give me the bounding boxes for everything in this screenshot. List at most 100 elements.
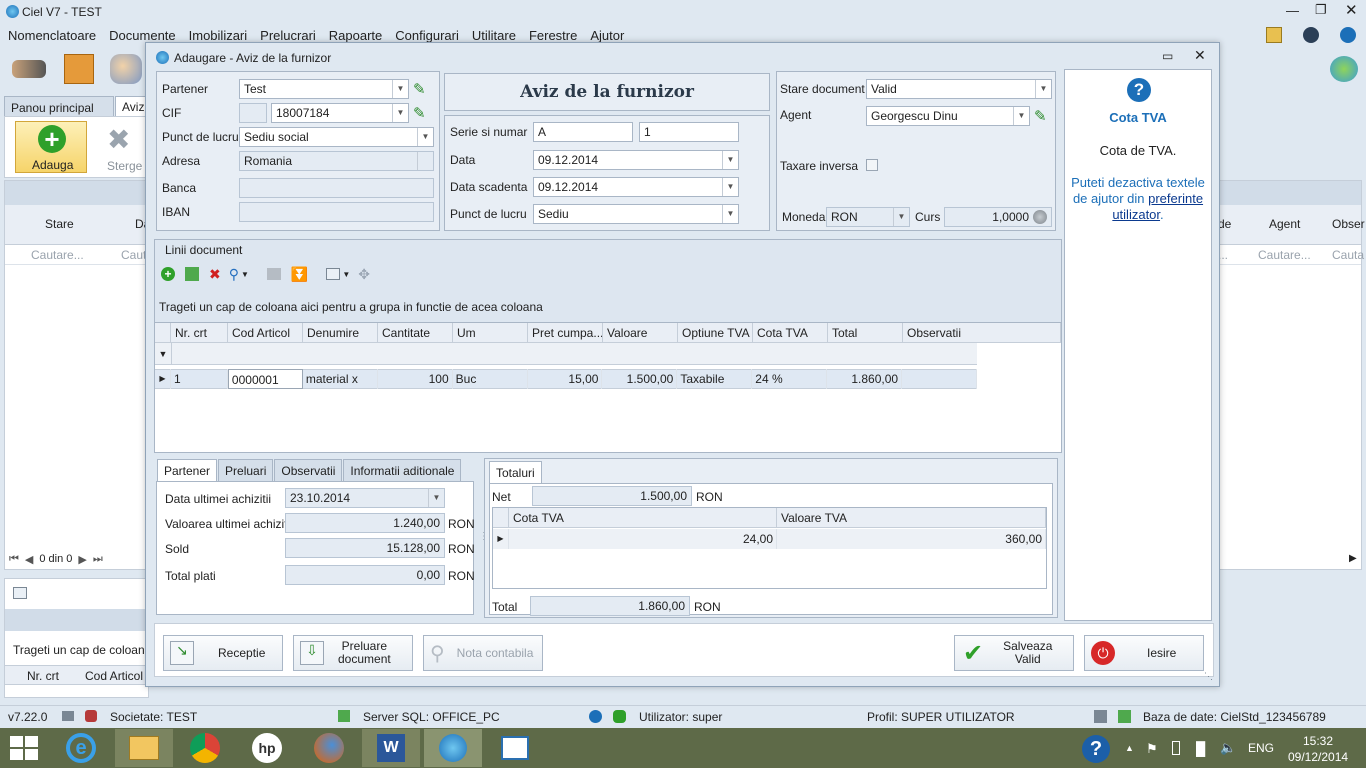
- word-icon[interactable]: W: [362, 729, 420, 767]
- tab-totaluri[interactable]: Totaluri: [489, 461, 542, 483]
- tab-preluari[interactable]: Preluari: [218, 458, 274, 482]
- nota-contabila-button[interactable]: ⚲ Nota contabila: [423, 635, 543, 671]
- date-field[interactable]: 09.12.2014 ▼: [533, 150, 739, 170]
- col-optiune-tva[interactable]: Optiune TVA: [678, 323, 753, 343]
- documents-icon[interactable]: [64, 54, 94, 84]
- bg-col-cod[interactable]: Cod Articol: [85, 669, 143, 683]
- bg-col-agent[interactable]: Agent: [1269, 217, 1300, 231]
- cif-field[interactable]: 18007184 ▼: [271, 103, 409, 123]
- chevron-down-icon[interactable]: ▼: [722, 205, 738, 223]
- col-observatii[interactable]: Observatii: [903, 323, 1061, 343]
- chevron-down-icon[interactable]: ▼: [392, 104, 408, 122]
- tab-aviz[interactable]: Aviz: [115, 96, 149, 116]
- chevron-down-icon[interactable]: ▼: [342, 270, 350, 279]
- table-row[interactable]: ▶ 1 0000001 material x 100 Buc 15,00 1.5…: [155, 369, 977, 389]
- col-nr-crt[interactable]: Nr. crt: [171, 323, 228, 343]
- add-line-icon[interactable]: +: [161, 267, 175, 281]
- tools-icon[interactable]: [1266, 27, 1282, 43]
- cell-cantitate[interactable]: 100: [378, 369, 453, 389]
- vat-row[interactable]: ▶ 24,00 360,00: [493, 529, 1046, 549]
- chevron-down-icon[interactable]: ▼: [722, 151, 738, 169]
- last-page-icon[interactable]: ⏭: [93, 553, 103, 566]
- bg-search-stare[interactable]: Cautare...: [31, 248, 84, 262]
- bg-view-icon[interactable]: [13, 587, 27, 599]
- col-valoare[interactable]: Valoare: [603, 323, 678, 343]
- firefox-icon[interactable]: [300, 729, 358, 767]
- menu-documente[interactable]: Documente: [109, 28, 175, 43]
- menu-imobilizari[interactable]: Imobilizari: [189, 28, 248, 43]
- bg-search-obser[interactable]: Cauta: [1332, 248, 1364, 262]
- chevron-down-icon[interactable]: ▼: [241, 270, 249, 279]
- help-icon[interactable]: [1340, 27, 1356, 43]
- col-cod-articol[interactable]: Cod Articol: [228, 323, 303, 343]
- vat-cell-valoare[interactable]: 360,00: [777, 529, 1046, 549]
- chevron-down-icon[interactable]: ▼: [417, 128, 433, 146]
- cell-observatii[interactable]: [902, 369, 977, 389]
- col-cantitate[interactable]: Cantitate: [378, 323, 453, 343]
- language-indicator[interactable]: ENG: [1248, 741, 1274, 755]
- currency-field[interactable]: RON ▼: [826, 207, 910, 227]
- cell-denumire[interactable]: material x: [303, 369, 378, 389]
- chevron-down-icon[interactable]: ▼: [392, 80, 408, 98]
- cell-optiune-tva[interactable]: Taxabile: [677, 369, 753, 389]
- save-button[interactable]: ✔ Salveaza Valid: [954, 635, 1074, 671]
- signal-icon[interactable]: █: [1196, 741, 1205, 756]
- cell-nr[interactable]: 1: [171, 369, 228, 389]
- vat-col-valoare[interactable]: Valoare TVA: [777, 508, 1046, 528]
- clock-date[interactable]: 09/12/2014: [1288, 750, 1348, 764]
- delete-line-icon[interactable]: ✖: [209, 266, 221, 283]
- next-page-icon[interactable]: ▶: [78, 553, 86, 566]
- col-um[interactable]: Um: [453, 323, 528, 343]
- view-icon[interactable]: [326, 268, 341, 280]
- cell-um[interactable]: Buc: [453, 369, 528, 389]
- vat-col-cota[interactable]: Cota TVA: [509, 508, 777, 528]
- chrome-icon[interactable]: [176, 729, 234, 767]
- cell-valoare[interactable]: 1.500,00: [602, 369, 678, 389]
- chevron-down-icon[interactable]: ▼: [1035, 80, 1051, 98]
- edit-partner-icon[interactable]: ✎: [413, 80, 426, 98]
- flag-icon[interactable]: ⚑: [1146, 741, 1158, 757]
- tray-arrow-icon[interactable]: ▲: [1125, 743, 1134, 753]
- start-button[interactable]: [10, 736, 38, 760]
- first-page-icon[interactable]: ⏮: [9, 553, 19, 566]
- bg-col-de[interactable]: de: [1218, 217, 1231, 231]
- col-pret-cumparare[interactable]: Pret cumpa...: [528, 323, 603, 343]
- expand-icon[interactable]: ✥: [358, 266, 370, 283]
- menu-configurari[interactable]: Configurari: [395, 28, 459, 43]
- dialog-restore-icon[interactable]: ▭: [1162, 49, 1173, 63]
- reverse-tax-checkbox[interactable]: [866, 159, 878, 171]
- restore-icon[interactable]: ❐: [1315, 2, 1327, 18]
- cell-pret[interactable]: 15,00: [528, 369, 603, 389]
- menu-ajutor[interactable]: Ajutor: [590, 28, 624, 43]
- col-total[interactable]: Total: [828, 323, 903, 343]
- bg-search-da[interactable]: Caut: [121, 248, 146, 262]
- chevron-down-icon[interactable]: ▼: [893, 208, 909, 226]
- photos-icon[interactable]: [486, 729, 544, 767]
- close-icon[interactable]: ✕: [1345, 1, 1358, 19]
- print-icon[interactable]: [266, 268, 281, 280]
- work-point2-field[interactable]: Sediu ▼: [533, 204, 739, 224]
- ie-icon[interactable]: e: [52, 729, 110, 767]
- hp-icon[interactable]: hp: [238, 729, 296, 767]
- receptie-button[interactable]: ↘ Receptie: [163, 635, 283, 671]
- update-icon[interactable]: [1303, 27, 1319, 43]
- users-icon[interactable]: [110, 54, 142, 84]
- partner-field[interactable]: Test ▼: [239, 79, 409, 99]
- add-multiple-icon[interactable]: [185, 267, 199, 281]
- rate-button-icon[interactable]: [1033, 210, 1047, 224]
- menu-ferestre[interactable]: Ferestre: [529, 28, 577, 43]
- ciel-icon[interactable]: [424, 729, 482, 767]
- tab-panou-principal[interactable]: Panou principal: [4, 96, 114, 116]
- partners-icon[interactable]: [12, 60, 46, 78]
- edit-agent-icon[interactable]: ✎: [1034, 107, 1047, 125]
- due-date-field[interactable]: 09.12.2014 ▼: [533, 177, 739, 197]
- vat-cell-cota[interactable]: 24,00: [509, 529, 777, 549]
- chevron-down-icon[interactable]: ▼: [1013, 107, 1029, 125]
- cell-total[interactable]: 1.860,00: [827, 369, 903, 389]
- battery-icon[interactable]: [1172, 741, 1180, 755]
- volume-icon[interactable]: 🔈: [1220, 740, 1236, 756]
- tab-observatii[interactable]: Observatii: [274, 458, 343, 482]
- delete-button[interactable]: ✖ Sterge: [95, 121, 145, 173]
- help-tray-icon[interactable]: ?: [1082, 735, 1110, 763]
- menu-rapoarte[interactable]: Rapoarte: [329, 28, 382, 43]
